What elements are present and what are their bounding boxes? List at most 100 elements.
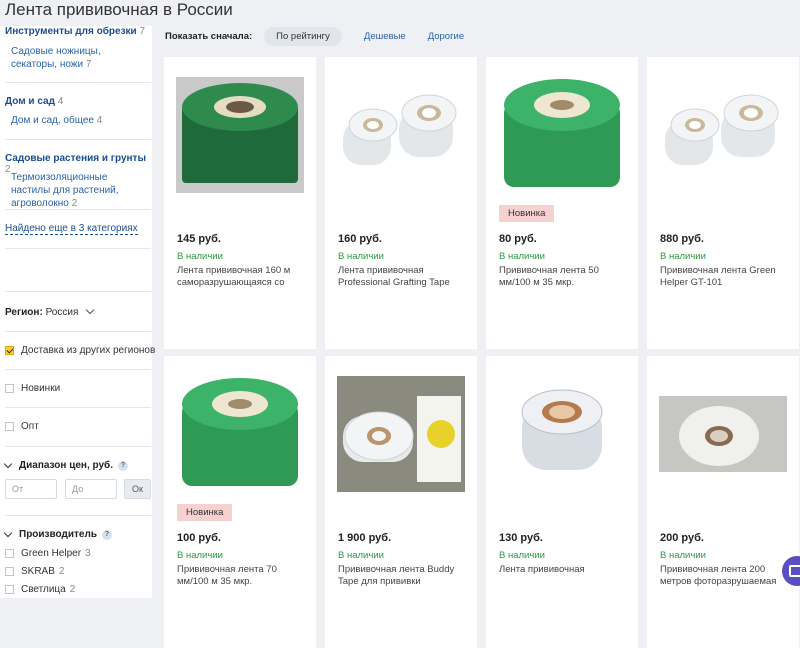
manufacturer-header[interactable]: Производитель ? bbox=[3, 528, 112, 540]
checkbox[interactable] bbox=[5, 549, 14, 558]
stock-status: В наличии bbox=[660, 550, 706, 561]
region-value[interactable]: Россия bbox=[46, 307, 79, 318]
product-card[interactable]: 160 руб. В наличии Лента прививочная Profe… bbox=[325, 57, 477, 349]
filter-label[interactable]: Опт bbox=[21, 421, 39, 432]
divider bbox=[5, 82, 151, 83]
price-range-title[interactable]: Диапазон цен, руб. bbox=[19, 460, 113, 471]
price-from-input[interactable]: От bbox=[5, 479, 57, 499]
divider bbox=[5, 291, 151, 292]
product-name[interactable]: Прививочная лента 200 метров фоторазруша… bbox=[660, 564, 786, 588]
region-selector[interactable]: Регион: Россия bbox=[5, 305, 95, 318]
sort-cheap[interactable]: Дешевые bbox=[364, 31, 406, 42]
subcategory-label[interactable]: Термоизоляционные настилы для растений, … bbox=[11, 172, 119, 209]
help-icon[interactable]: ? bbox=[118, 460, 129, 471]
product-image[interactable] bbox=[176, 77, 304, 193]
subcategory-thermal-mats[interactable]: Термоизоляционные настилы для растений, … bbox=[11, 171, 149, 210]
manufacturer-label[interactable]: SKRAB bbox=[21, 566, 55, 577]
chevron-down-icon[interactable] bbox=[3, 459, 13, 468]
price-to-input[interactable]: До bbox=[65, 479, 117, 499]
product-price: 80 руб. bbox=[499, 233, 537, 245]
stock-status: В наличии bbox=[499, 550, 545, 561]
product-card[interactable]: Новинка 80 руб. В наличии Прививочная лента… bbox=[486, 57, 638, 349]
help-icon[interactable]: ? bbox=[101, 529, 112, 540]
manufacturer-count: 2 bbox=[69, 584, 76, 595]
product-name[interactable]: Прививочная лента Buddy Tape для прививк… bbox=[338, 564, 464, 588]
product-name[interactable]: Лента прививочная bbox=[499, 564, 625, 588]
product-name[interactable]: Прививочная лента 70 мм/100 м 35 мкр. bbox=[177, 564, 303, 588]
divider bbox=[5, 209, 151, 210]
stock-status: В наличии bbox=[177, 550, 223, 561]
manufacturer-svetlitsa[interactable]: Светлица 2 bbox=[5, 584, 75, 595]
product-name[interactable]: Прививочная лента 50 мм/100 м 35 мкр. bbox=[499, 265, 625, 289]
checkbox-checked[interactable] bbox=[5, 346, 14, 355]
stock-status: В наличии bbox=[338, 550, 384, 561]
manufacturer-label[interactable]: Green Helper bbox=[21, 548, 81, 559]
manufacturer-title[interactable]: Производитель bbox=[19, 529, 97, 540]
product-image[interactable] bbox=[337, 376, 465, 492]
product-image[interactable] bbox=[498, 77, 626, 193]
product-image[interactable] bbox=[659, 376, 787, 492]
subcategory-shears[interactable]: Садовые ножницы, секаторы, ножи 7 bbox=[11, 45, 149, 71]
stock-status: В наличии bbox=[660, 251, 706, 262]
checkbox[interactable] bbox=[5, 585, 14, 594]
category-title[interactable]: Дом и сад bbox=[5, 96, 55, 107]
product-price: 880 руб. bbox=[660, 233, 704, 245]
manufacturer-label[interactable]: Светлица bbox=[21, 584, 66, 595]
product-card[interactable]: 145 руб. В наличии Лента прививочная 160 м… bbox=[164, 57, 316, 349]
stock-status: В наличии bbox=[338, 251, 384, 262]
divider bbox=[5, 515, 151, 516]
product-card[interactable]: 880 руб. В наличии Прививочная лента Green… bbox=[647, 57, 799, 349]
product-price: 160 руб. bbox=[338, 233, 382, 245]
category-instruments[interactable]: Инструменты для обрезки 7 bbox=[5, 26, 145, 37]
product-name[interactable]: Лента прививочная Professional Grafting … bbox=[338, 265, 464, 289]
chevron-down-icon[interactable] bbox=[3, 528, 13, 537]
product-price: 100 руб. bbox=[177, 532, 221, 544]
divider bbox=[5, 369, 151, 370]
divider bbox=[5, 407, 151, 408]
category-title[interactable]: Инструменты для обрезки bbox=[5, 26, 137, 37]
subcategory-label[interactable]: Дом и сад, общее bbox=[11, 115, 94, 126]
new-badge: Новинка bbox=[499, 205, 555, 222]
price-ok-button[interactable]: Ок bbox=[124, 479, 151, 499]
product-card[interactable]: 200 руб. В наличии Прививочная лента 200 м… bbox=[647, 356, 799, 648]
manufacturer-skrab[interactable]: SKRAB 2 bbox=[5, 566, 64, 577]
filter-label[interactable]: Новинки bbox=[21, 383, 60, 394]
checkbox[interactable] bbox=[5, 384, 14, 393]
chevron-down-icon[interactable] bbox=[85, 305, 95, 315]
price-range-header[interactable]: Диапазон цен, руб. ? bbox=[3, 459, 129, 471]
region-label: Регион: bbox=[5, 307, 43, 318]
subcategory-home-general[interactable]: Дом и сад, общее 4 bbox=[11, 114, 149, 127]
sort-by-rating[interactable]: По рейтингу bbox=[264, 26, 342, 46]
filter-label[interactable]: Доставка из других регионов bbox=[21, 345, 155, 356]
more-categories-link[interactable]: Найдено еще в 3 категориях bbox=[5, 223, 138, 235]
sort-expensive[interactable]: Дорогие bbox=[428, 31, 464, 42]
category-count: 2 bbox=[5, 164, 11, 175]
filter-delivery-other-regions[interactable]: Доставка из других регионов bbox=[5, 345, 155, 356]
product-image[interactable] bbox=[659, 77, 787, 193]
product-image[interactable] bbox=[498, 376, 626, 492]
product-name[interactable]: Прививочная лента Green Helper GT-101 bbox=[660, 265, 786, 289]
checkbox[interactable] bbox=[5, 567, 14, 576]
subcategory-count: 7 bbox=[85, 59, 92, 70]
category-title[interactable]: Садовые растения и грунты bbox=[5, 153, 146, 164]
product-card[interactable]: 1 900 руб. В наличии Прививочная лента Bud… bbox=[325, 356, 477, 648]
divider bbox=[5, 139, 151, 140]
manufacturer-green-helper[interactable]: Green Helper 3 bbox=[5, 548, 91, 559]
subcategory-count: 2 bbox=[71, 198, 78, 209]
product-price: 1 900 руб. bbox=[338, 532, 392, 544]
category-home-garden[interactable]: Дом и сад 4 bbox=[5, 96, 63, 107]
product-name[interactable]: Лента прививочная 160 м саморазрушающаяс… bbox=[177, 265, 303, 289]
category-count: 7 bbox=[139, 26, 146, 37]
product-card[interactable]: Новинка 100 руб. В наличии Прививочная лент… bbox=[164, 356, 316, 648]
product-card[interactable]: 130 руб. В наличии Лента прививочная bbox=[486, 356, 638, 648]
new-badge: Новинка bbox=[177, 504, 233, 521]
category-count: 4 bbox=[57, 96, 64, 107]
filter-new[interactable]: Новинки bbox=[5, 383, 60, 394]
filter-wholesale[interactable]: Опт bbox=[5, 421, 39, 432]
product-image[interactable] bbox=[176, 376, 304, 492]
product-image[interactable] bbox=[337, 77, 465, 193]
divider bbox=[5, 446, 151, 447]
checkbox[interactable] bbox=[5, 422, 14, 431]
product-price: 130 руб. bbox=[499, 532, 543, 544]
divider bbox=[5, 248, 151, 249]
